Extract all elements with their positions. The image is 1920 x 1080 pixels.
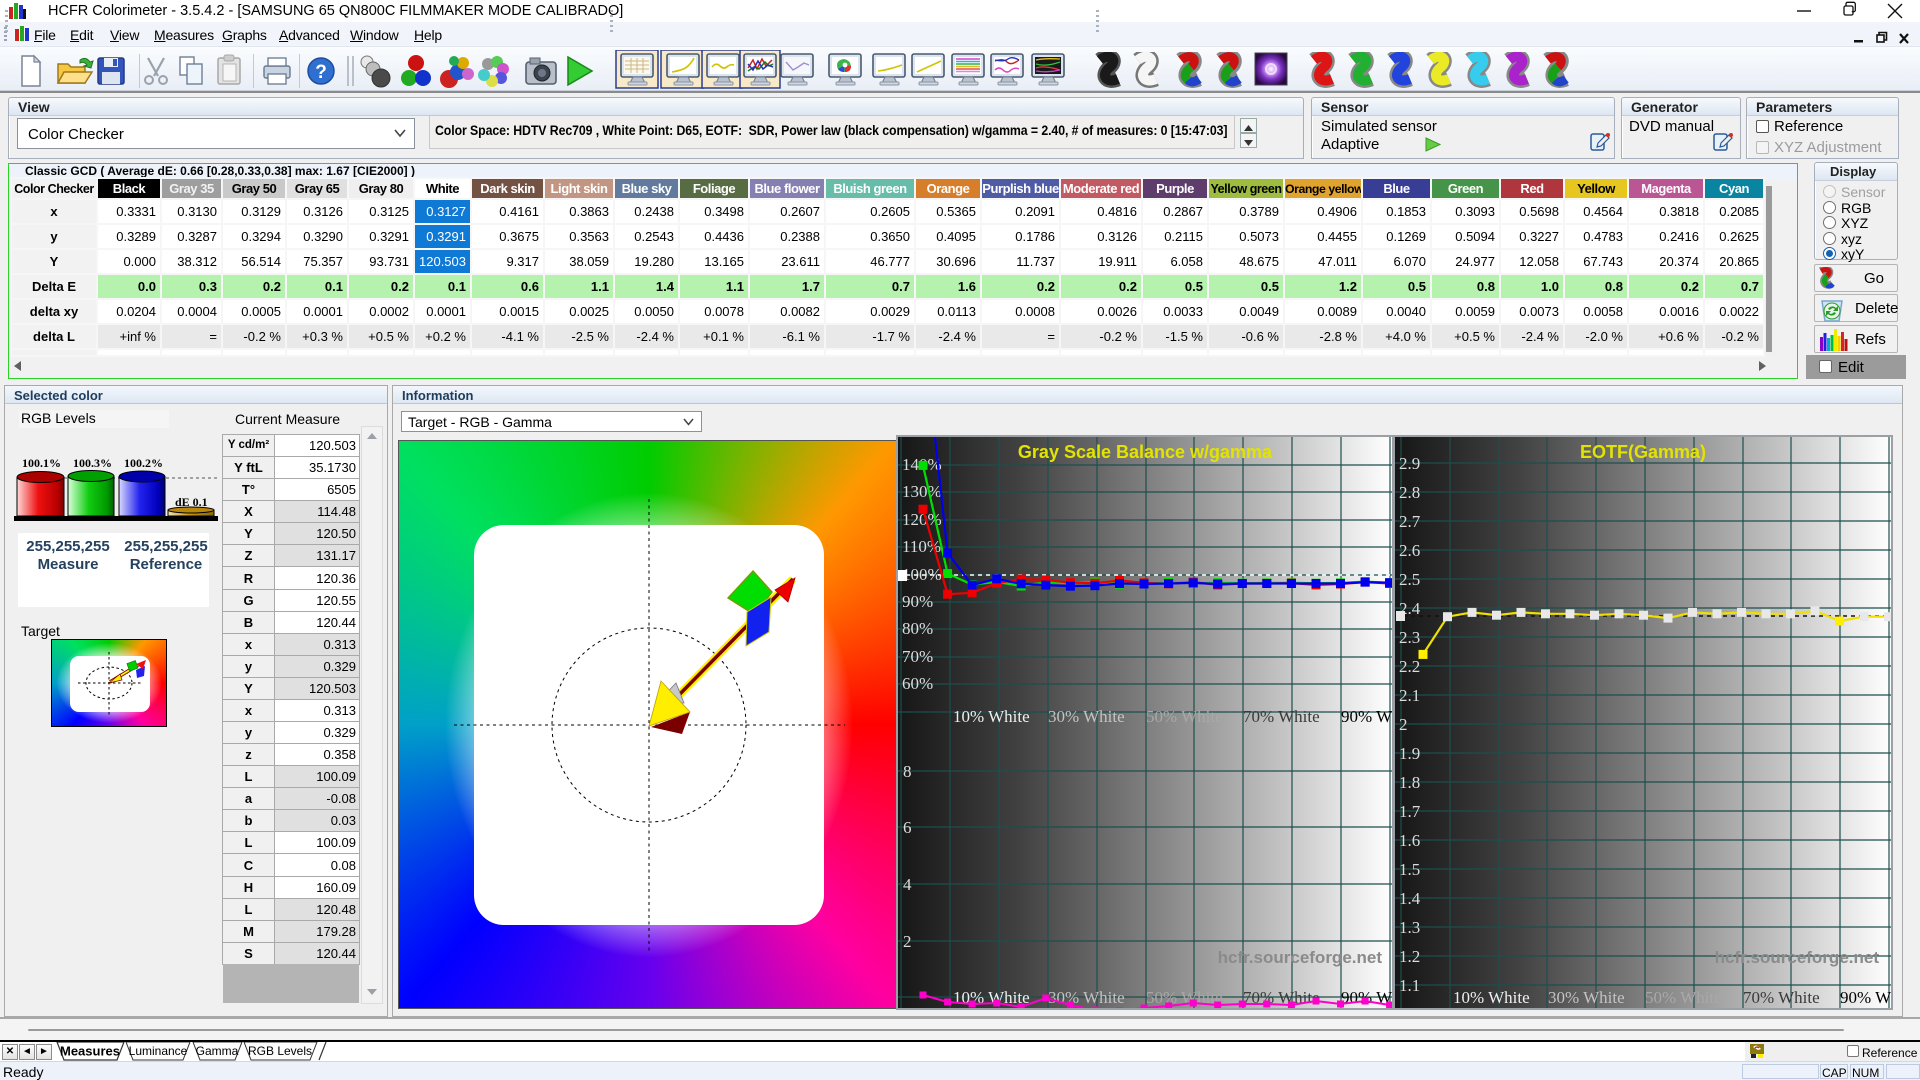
svg-text:50% White: 50% White <box>1146 707 1223 726</box>
svg-text:90% White: 90% White <box>1840 988 1891 1007</box>
svg-text:1.6: 1.6 <box>1399 831 1420 850</box>
svg-text:RGB Levels: RGB Levels <box>248 1044 312 1058</box>
svg-text:hcfr.sourceforge.net: hcfr.sourceforge.net <box>1218 948 1383 967</box>
svg-text:90%: 90% <box>902 592 933 611</box>
svg-text:2.2: 2.2 <box>1399 657 1420 676</box>
svg-text:2.5: 2.5 <box>1399 570 1420 589</box>
svg-text:?: ? <box>315 62 327 83</box>
svg-text:70% White: 70% White <box>1243 707 1320 726</box>
svg-text:2.3: 2.3 <box>1399 628 1420 647</box>
svg-text:30% White: 30% White <box>1548 988 1625 1007</box>
svg-text:1.5: 1.5 <box>1399 860 1420 879</box>
svg-text:70% White: 70% White <box>1743 988 1820 1007</box>
svg-text:10% White: 10% White <box>1453 988 1530 1007</box>
svg-text:EOTF(Gamma): EOTF(Gamma) <box>1580 442 1706 462</box>
svg-text:2.1: 2.1 <box>1399 686 1420 705</box>
svg-text:Gray Scale Balance w/gamma: Gray Scale Balance w/gamma <box>1018 442 1273 462</box>
svg-text:90% White: 90% White <box>1341 707 1392 726</box>
svg-text:1.1: 1.1 <box>1399 976 1420 995</box>
svg-text:1.2: 1.2 <box>1399 947 1420 966</box>
svg-text:8: 8 <box>903 762 912 781</box>
svg-text:2: 2 <box>903 932 912 951</box>
svg-text:1.3: 1.3 <box>1399 918 1420 937</box>
svg-text:Luminance: Luminance <box>129 1044 188 1058</box>
svg-text:30% White: 30% White <box>1048 988 1125 1007</box>
svg-text:2.8: 2.8 <box>1399 483 1420 502</box>
svg-text:130%: 130% <box>902 482 942 501</box>
svg-text:2: 2 <box>1399 715 1408 734</box>
svg-text:70%: 70% <box>902 647 933 666</box>
svg-text:10% White: 10% White <box>953 707 1030 726</box>
svg-text:Measures: Measures <box>60 1044 120 1059</box>
svg-text:80%: 80% <box>902 619 933 638</box>
svg-text:1.8: 1.8 <box>1399 773 1420 792</box>
svg-text:1.9: 1.9 <box>1399 744 1420 763</box>
svg-text:2.9: 2.9 <box>1399 454 1420 473</box>
svg-text:6: 6 <box>903 818 912 837</box>
svg-text:Gamma: Gamma <box>196 1044 239 1058</box>
svg-text:hcfr.sourceforge.net: hcfr.sourceforge.net <box>1715 948 1880 967</box>
svg-text:60%: 60% <box>902 674 933 693</box>
svg-text:2.6: 2.6 <box>1399 541 1420 560</box>
svg-text:50% White: 50% White <box>1645 988 1722 1007</box>
svg-text:1.4: 1.4 <box>1399 889 1421 908</box>
svg-text:4: 4 <box>903 875 912 894</box>
svg-text:30% White: 30% White <box>1048 707 1125 726</box>
svg-text:1.7: 1.7 <box>1399 802 1421 821</box>
svg-text:2.7: 2.7 <box>1399 512 1421 531</box>
